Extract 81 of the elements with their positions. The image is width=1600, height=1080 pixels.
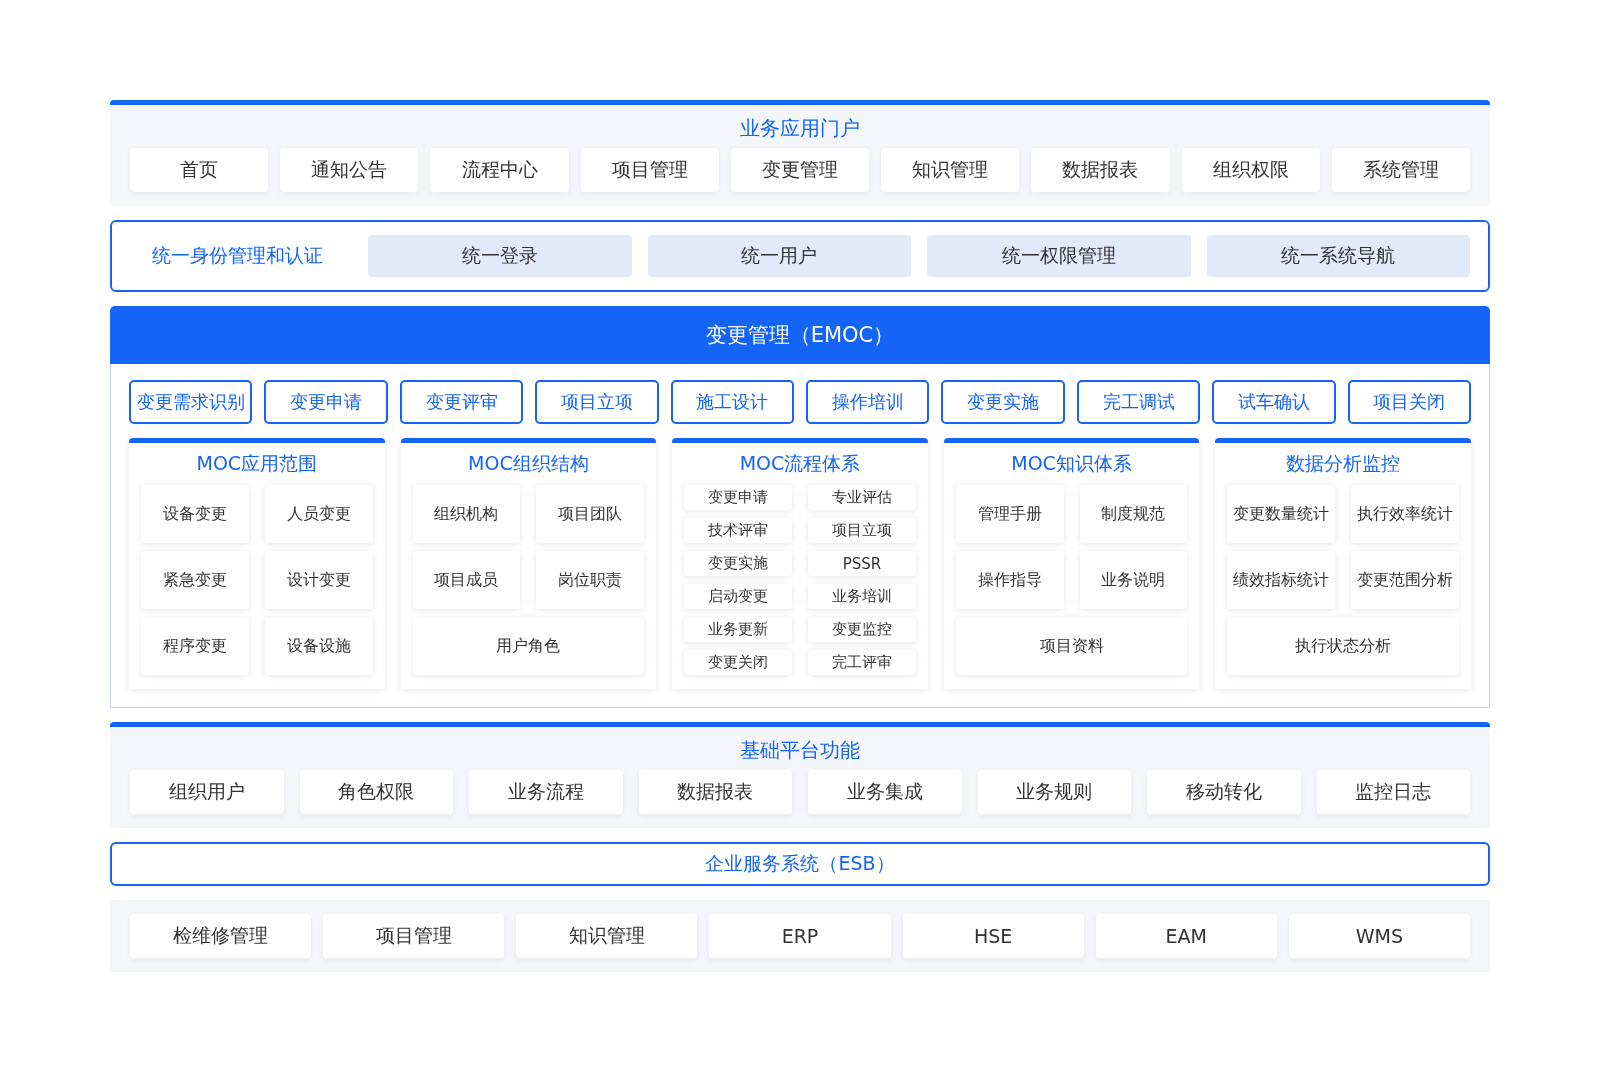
portal-item[interactable]: 知识管理 — [881, 148, 1020, 192]
module-item[interactable]: 管理手册 — [955, 485, 1064, 543]
module-item[interactable]: PSSR — [808, 551, 916, 576]
platform-item[interactable]: 业务规则 — [977, 770, 1131, 814]
module-item[interactable]: 业务更新 — [684, 617, 792, 642]
platform-item[interactable]: 监控日志 — [1316, 770, 1470, 814]
identity-item[interactable]: 统一权限管理 — [927, 235, 1191, 277]
module-item[interactable]: 业务培训 — [808, 584, 916, 609]
module-title: MOC流程体系 — [739, 451, 861, 476]
module-item[interactable]: 项目资料 — [955, 617, 1188, 675]
portal-title: 业务应用门户 — [740, 115, 860, 142]
portal-item[interactable]: 组织权限 — [1181, 148, 1320, 192]
module-item[interactable]: 项目成员 — [412, 551, 521, 609]
portal-item[interactable]: 流程中心 — [430, 148, 569, 192]
module-item[interactable]: 程序变更 — [141, 617, 249, 675]
identity-item[interactable]: 统一系统导航 — [1206, 235, 1470, 277]
module-item[interactable]: 制度规范 — [1079, 485, 1188, 543]
platform-item[interactable]: 组织用户 — [130, 770, 284, 814]
module-item[interactable]: 岗位职责 — [536, 551, 645, 609]
module-item[interactable]: 设计变更 — [264, 551, 373, 609]
module-title: MOC知识体系 — [1011, 451, 1132, 476]
module-item[interactable]: 变更关闭 — [684, 650, 792, 675]
module-item[interactable]: 用户角色 — [412, 617, 645, 675]
process-step[interactable]: 变更申请 — [264, 380, 388, 424]
identity-item[interactable]: 统一登录 — [368, 235, 632, 277]
module-item[interactable]: 执行效率统计 — [1351, 485, 1459, 543]
process-step[interactable]: 施工设计 — [670, 380, 795, 424]
system-item[interactable]: ERP — [709, 914, 891, 958]
module-title: 数据分析监控 — [1286, 451, 1401, 476]
system-item[interactable]: HSE — [902, 914, 1084, 958]
module-item[interactable]: 变更实施 — [684, 551, 792, 576]
identity-item[interactable]: 统一用户 — [647, 235, 911, 277]
module-item[interactable]: 执行状态分析 — [1227, 617, 1459, 675]
platform-title: 基础平台功能 — [740, 737, 860, 764]
platform-item[interactable]: 角色权限 — [299, 770, 453, 814]
platform-item[interactable]: 业务集成 — [808, 770, 962, 814]
system-item[interactable]: EAM — [1095, 914, 1277, 958]
module-item[interactable]: 设备变更 — [141, 485, 249, 543]
module-title: MOC组织结构 — [468, 451, 589, 476]
module-item[interactable]: 启动变更 — [684, 584, 792, 609]
module-item[interactable]: 项目立项 — [808, 518, 916, 543]
process-step[interactable]: 完工调试 — [1076, 380, 1201, 424]
module-item[interactable]: 变更数量统计 — [1227, 485, 1336, 543]
module-item[interactable]: 完工评审 — [808, 650, 916, 675]
system-item[interactable]: WMS — [1288, 914, 1470, 958]
process-step[interactable]: 操作培训 — [806, 380, 930, 424]
emoc-header: 变更管理（EMOC） — [110, 306, 1490, 364]
system-item[interactable]: 知识管理 — [516, 914, 698, 958]
platform-item[interactable]: 业务流程 — [469, 770, 623, 814]
portal-item[interactable]: 数据报表 — [1031, 148, 1170, 192]
portal-item[interactable]: 变更管理 — [730, 148, 870, 192]
module-item[interactable]: 专业评估 — [808, 485, 916, 510]
portal-item[interactable]: 项目管理 — [580, 148, 719, 192]
identity-label: 统一身份管理和认证 — [150, 243, 324, 268]
system-item[interactable]: 检维修管理 — [130, 914, 312, 958]
module-item[interactable]: 业务说明 — [1079, 551, 1188, 609]
process-step[interactable]: 变更实施 — [941, 380, 1065, 424]
portal-item[interactable]: 首页 — [130, 148, 269, 192]
esb-bar: 企业服务系统（ESB） — [110, 842, 1490, 886]
module-item[interactable]: 人员变更 — [264, 485, 373, 543]
process-step[interactable]: 变更评审 — [399, 380, 524, 424]
module-item[interactable]: 技术评审 — [684, 518, 792, 543]
module-item[interactable]: 操作指导 — [955, 551, 1064, 609]
process-step[interactable]: 变更需求识别 — [129, 380, 253, 424]
platform-item[interactable]: 数据报表 — [638, 770, 792, 814]
portal-item[interactable]: 系统管理 — [1331, 148, 1470, 192]
process-step[interactable]: 试车确认 — [1212, 380, 1336, 424]
module-item[interactable]: 项目团队 — [536, 485, 645, 543]
process-step[interactable]: 项目关闭 — [1347, 380, 1472, 424]
module-item[interactable]: 变更范围分析 — [1351, 551, 1459, 609]
module-item[interactable]: 变更申请 — [684, 485, 792, 510]
module-item[interactable]: 绩效指标统计 — [1227, 551, 1336, 609]
process-step[interactable]: 项目立项 — [535, 380, 659, 424]
portal-item[interactable]: 通知公告 — [280, 148, 419, 192]
module-item[interactable]: 设备设施 — [264, 617, 373, 675]
platform-item[interactable]: 移动转化 — [1147, 770, 1301, 814]
module-item[interactable]: 紧急变更 — [141, 551, 249, 609]
module-title: MOC应用范围 — [196, 451, 318, 476]
system-item[interactable]: 项目管理 — [323, 914, 505, 958]
module-item[interactable]: 组织机构 — [412, 485, 521, 543]
module-item[interactable]: 变更监控 — [808, 617, 916, 642]
